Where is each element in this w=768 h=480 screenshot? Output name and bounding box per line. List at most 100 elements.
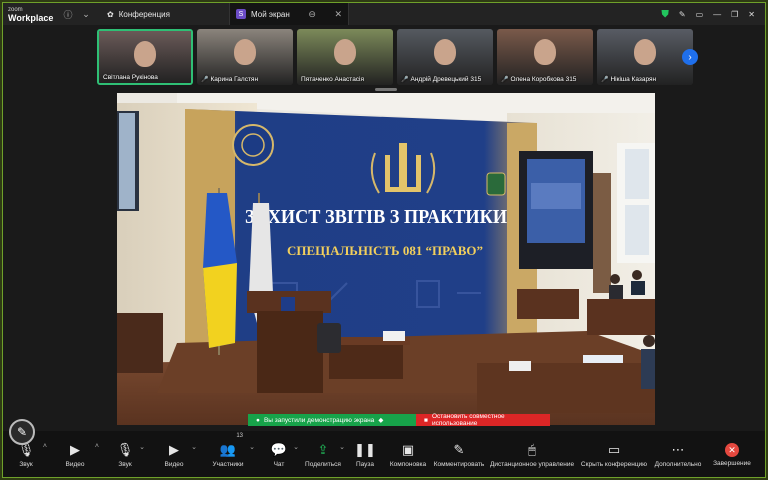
participant-face: [534, 39, 556, 65]
chevron-right-icon[interactable]: ›: [682, 49, 698, 65]
chevron-down-icon[interactable]: ⌄: [249, 443, 255, 451]
strip-resize-handle[interactable]: [375, 88, 397, 91]
slide-subline: СПЕЦІАЛЬНІСТЬ 081 “ПРАВО”: [287, 243, 483, 258]
chevron-down-icon[interactable]: ⌄: [293, 443, 299, 451]
mic-muted-icon: 🎤: [501, 77, 509, 83]
tab-screen-badge: S: [236, 9, 246, 19]
participant-name: 🎤 Олена Коробкова 315: [501, 76, 576, 83]
participants-count: 13: [236, 433, 243, 439]
meeting-toolbar: 🎙 Звук ˄ ▶ Видео ˄ 🎙 Звук ⌄ ▶ Видео ⌄ 13…: [3, 431, 765, 477]
hide-meeting-button[interactable]: ▭ Скрыть конференцию: [577, 431, 651, 477]
pause-label: Пауза: [355, 461, 375, 468]
share-button[interactable]: ⇪ Поделиться ⌄: [301, 431, 345, 477]
share-label: Поделиться: [305, 461, 341, 468]
end-label: Завершение: [713, 460, 751, 467]
participant-face: [134, 41, 156, 67]
tab-my-screen[interactable]: S Мой экран ⊖ ✕: [229, 3, 349, 25]
chat-label: Чат: [273, 461, 285, 468]
chevron-up-icon[interactable]: ˄: [95, 443, 99, 450]
chevron-down-icon[interactable]: ⌄: [77, 9, 95, 20]
more-icon[interactable]: ⊖: [308, 9, 316, 20]
shared-screen: ЗАХИСТ ЗВІТІВ З ПРАКТИКИ СПЕЦІАЛЬНІСТЬ 0…: [117, 93, 655, 425]
view-icon[interactable]: ▭: [696, 10, 704, 19]
participant-tile[interactable]: Світлана Рукінова: [97, 29, 193, 85]
title-bar: zoom Workplace ⓘ ⌄ ✿ Конференция S Мой э…: [3, 3, 765, 25]
stop-icon: ■: [424, 416, 428, 424]
participant-face: [434, 39, 456, 65]
camera-icon: ▶: [169, 442, 179, 457]
close-icon[interactable]: ✕: [334, 9, 342, 20]
annotate-label: Комментировать: [433, 461, 485, 468]
annotation-pen-icon[interactable]: ✎: [9, 419, 35, 445]
participant-tile[interactable]: 🎤 Олена Коробкова 315: [497, 29, 593, 85]
remote-control-label: Дистанционное управление: [489, 461, 575, 468]
video-button[interactable]: ▶ Видео ⌄: [149, 431, 199, 477]
hide-meeting-label: Скрыть конференцию: [580, 461, 648, 468]
participant-tile[interactable]: Пятаченко Анастасія: [297, 29, 393, 85]
stop-sharing-button[interactable]: ■ Остановить совместное использование: [416, 413, 550, 427]
pencil-icon: ✎: [453, 442, 465, 457]
share-screen-icon: ⇪: [317, 442, 329, 457]
chat-button[interactable]: 💬 Чат ⌄: [257, 431, 301, 477]
annotate-button[interactable]: ✎ Комментировать: [431, 431, 487, 477]
maximize-icon[interactable]: ❐: [731, 10, 738, 19]
audio-label: Звук: [118, 461, 132, 468]
window-controls: ⛊ ✎ ▭ — ❐ ✕: [661, 9, 765, 20]
participant-face: [634, 39, 656, 65]
chevron-down-icon[interactable]: ⌄: [139, 443, 145, 451]
layout-button[interactable]: ▣ Компоновка: [385, 431, 431, 477]
mic-muted-icon: 🎤: [601, 77, 609, 83]
paw-icon: ✿: [107, 9, 114, 19]
remote-control-button[interactable]: 🖱 Дистанционное управление: [487, 431, 577, 477]
hide-window-icon: ▭: [607, 442, 621, 457]
shared-photo: ЗАХИСТ ЗВІТІВ З ПРАКТИКИ СПЕЦІАЛЬНІСТЬ 0…: [117, 93, 655, 425]
microphone-icon: 🎙: [116, 442, 134, 457]
participant-tile[interactable]: 🎤 Карина Галстян: [197, 29, 293, 85]
end-button[interactable]: ✕ Завершение: [707, 431, 757, 477]
share-started-indicator: ● Вы запустили демонстрацию экрана ◆: [248, 414, 416, 426]
participant-name: Пятаченко Анастасія: [301, 76, 364, 83]
audio-label: Звук: [19, 461, 33, 468]
participant-name-text: Пятаченко Анастасія: [301, 76, 365, 83]
shield-icon[interactable]: ⛊: [661, 9, 669, 20]
participant-name-text: Олена Коробкова 315: [510, 76, 577, 83]
brand-bottom: Workplace: [8, 13, 54, 23]
zoom-logo: zoom Workplace: [3, 6, 59, 23]
audio-button[interactable]: 🎙 Звук ⌄: [101, 431, 149, 477]
participant-name: 🎤 Карина Галстян: [201, 76, 258, 83]
chevron-up-icon[interactable]: ˄: [43, 443, 47, 450]
minimize-icon[interactable]: —: [713, 10, 721, 19]
share-started-text: Вы запустили демонстрацию экрана: [263, 416, 375, 424]
window-close-icon[interactable]: ✕: [748, 10, 755, 19]
participant-tile[interactable]: 🎤 Андрій Древецький 315: [397, 29, 493, 85]
participant-name: Світлана Рукінова: [103, 74, 158, 81]
participant-name-text: Андрій Древецький 315: [410, 76, 482, 83]
participant-face: [334, 39, 356, 65]
participant-name: 🎤 Нікіша Казарян: [601, 76, 656, 83]
shield-small-icon: ◆: [378, 417, 384, 424]
pause-button[interactable]: ❚❚ Пауза: [345, 431, 385, 477]
participant-tile[interactable]: 🎤 Нікіша Казарян: [597, 29, 693, 85]
chat-icon: 💬: [270, 442, 288, 457]
info-icon[interactable]: ⓘ: [59, 8, 77, 21]
mic-muted-icon: 🎤: [401, 77, 409, 83]
tab-conference[interactable]: ✿ Конференция: [101, 3, 229, 25]
tab-conference-label: Конференция: [118, 9, 170, 19]
video-label: Видео: [164, 461, 184, 468]
video-button-left[interactable]: ▶ Видео ˄: [49, 431, 101, 477]
participants-button[interactable]: 13 👥 Участники ⌄: [199, 431, 257, 477]
participant-name-text: Нікіша Казарян: [610, 76, 657, 83]
end-x-icon: ✕: [725, 443, 739, 457]
participant-name-text: Карина Галстян: [210, 76, 259, 83]
participant-name-text: Світлана Рукінова: [103, 74, 158, 81]
mic-muted-icon: 🎤: [201, 77, 209, 83]
people-icon: 👥: [219, 442, 237, 457]
layout-label: Компоновка: [389, 461, 427, 468]
more-button[interactable]: ⋯ Дополнительно: [651, 431, 705, 477]
edit-icon[interactable]: ✎: [679, 10, 686, 19]
participant-strip: Світлана Рукінова 🎤 Карина Галстян Пятаченк…: [97, 29, 693, 85]
participant-name: 🎤 Андрій Древецький 315: [401, 76, 481, 83]
tab-screen-label: Мой экран: [251, 9, 290, 19]
chevron-down-icon[interactable]: ⌄: [191, 443, 197, 451]
more-icon: ⋯: [671, 442, 685, 457]
